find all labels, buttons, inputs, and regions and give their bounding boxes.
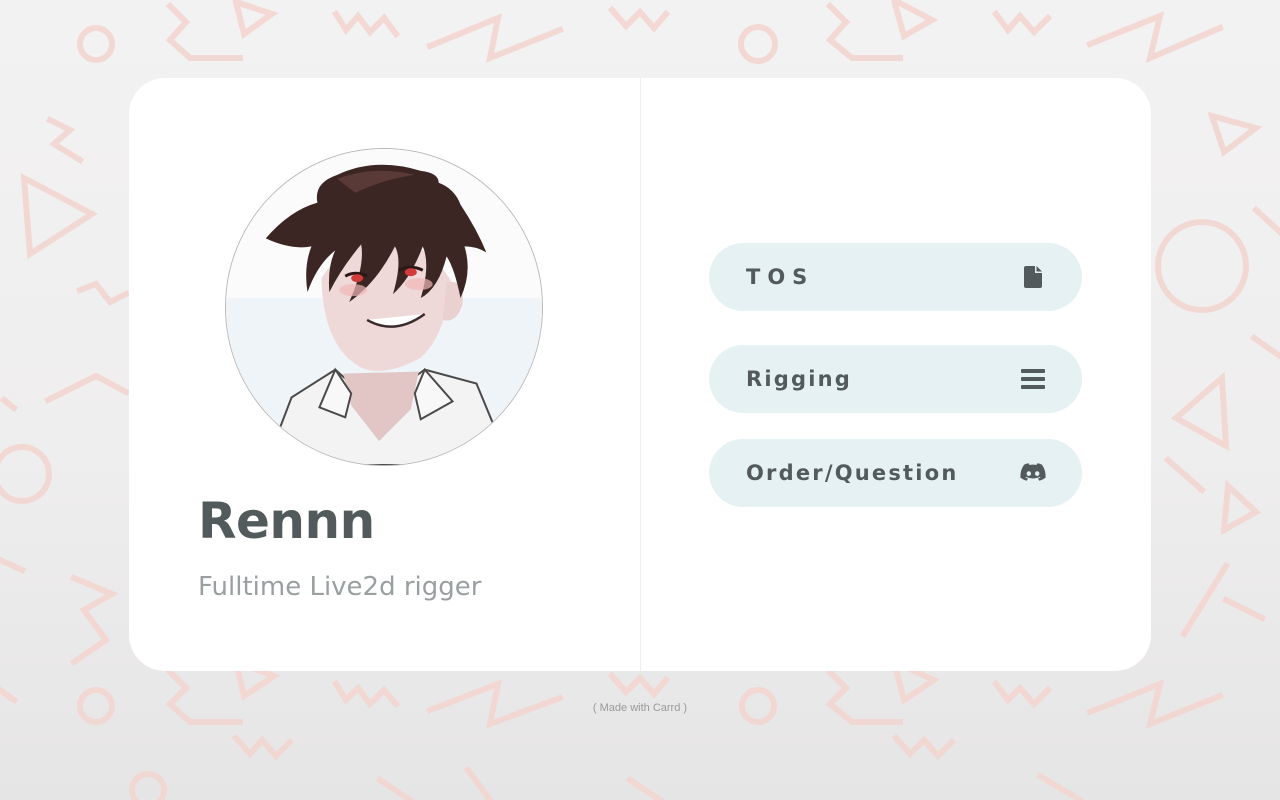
profile-name: Rennn <box>198 492 375 550</box>
profile-card: Rennn Fulltime Live2d rigger TOS Rigging… <box>129 78 1151 671</box>
menu-lines-icon <box>1020 366 1046 392</box>
avatar <box>225 148 543 466</box>
document-icon <box>1020 264 1046 290</box>
made-with-carrd-link[interactable]: ( Made with Carrd ) <box>540 702 740 714</box>
profile-tagline: Fulltime Live2d rigger <box>198 572 482 602</box>
rigging-button[interactable]: Rigging <box>709 345 1082 413</box>
tos-button[interactable]: TOS <box>709 243 1082 311</box>
order-question-button-label: Order/Question <box>746 461 959 485</box>
rigging-button-label: Rigging <box>746 367 853 391</box>
tos-button-label: TOS <box>746 265 815 289</box>
discord-icon <box>1020 460 1046 486</box>
card-divider <box>640 78 641 671</box>
order-question-button[interactable]: Order/Question <box>709 439 1082 507</box>
avatar-illustration <box>226 149 542 465</box>
